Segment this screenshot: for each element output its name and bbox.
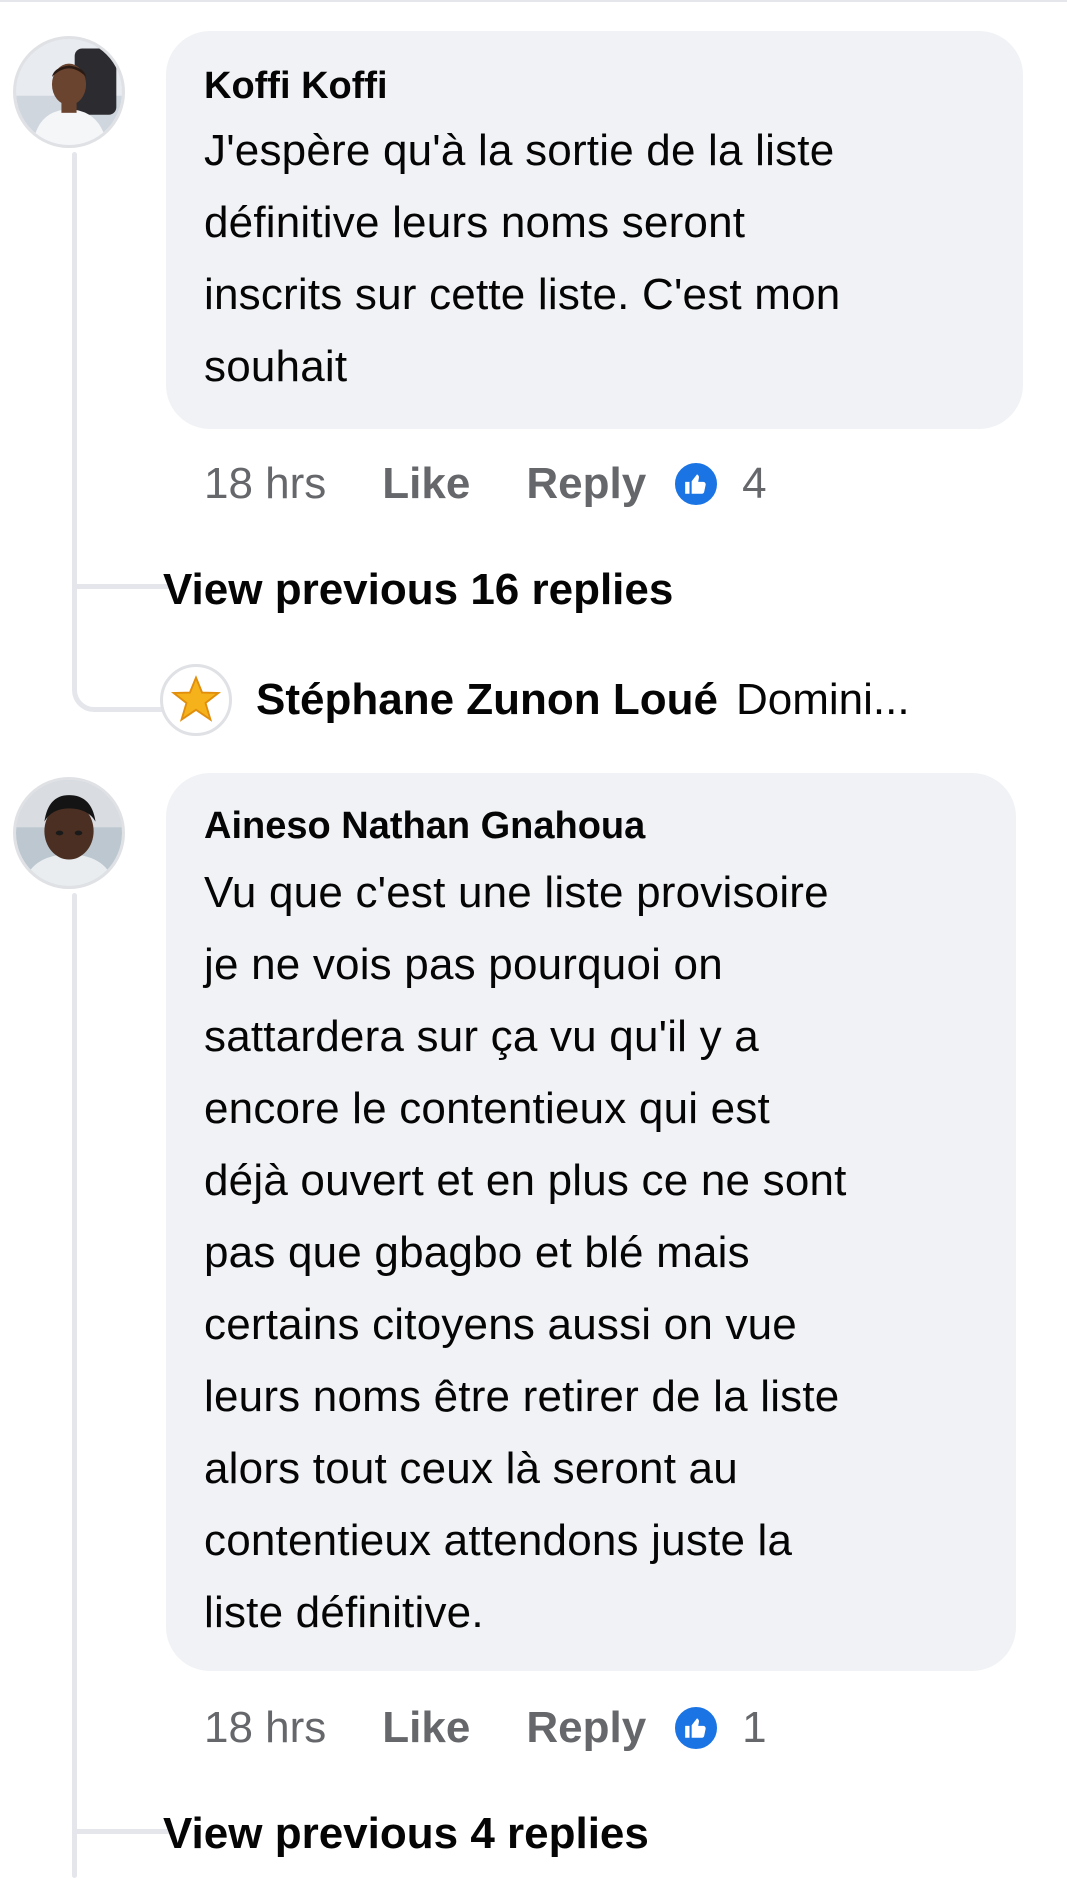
thread-line bbox=[72, 893, 77, 1878]
comment-text-line: contentieux attendons juste la bbox=[204, 1516, 793, 1565]
comment-text-line: souhait bbox=[204, 342, 348, 391]
reply-avatar bbox=[160, 664, 232, 736]
star-icon bbox=[170, 675, 222, 722]
top-divider bbox=[0, 0, 1067, 2]
like-button[interactable]: Like bbox=[382, 1703, 470, 1753]
view-previous-replies-link[interactable]: View previous 16 replies bbox=[163, 562, 673, 618]
avatar[interactable] bbox=[13, 36, 125, 148]
comment-text-line: J'espère qu'à la sortie de la liste bbox=[204, 126, 835, 175]
comment-text-line: je ne vois pas pourquoi on bbox=[204, 940, 723, 989]
comment-text: Vu que c'est une liste provisoire je ne … bbox=[204, 857, 847, 1649]
comment-text: J'espère qu'à la sortie de la liste défi… bbox=[204, 115, 840, 403]
comment-text-line: inscrits sur cette liste. C'est mon bbox=[204, 270, 841, 319]
comment-text-line: déjà ouvert et en plus ce ne sont bbox=[204, 1156, 847, 1205]
reply-author: Stéphane Zunon Loué bbox=[256, 675, 718, 724]
comment-text-line: alors tout ceux là seront au bbox=[204, 1444, 738, 1493]
like-reaction-icon[interactable] bbox=[672, 460, 721, 508]
comment-text-line: pas que gbagbo et blé mais bbox=[204, 1228, 750, 1277]
thread-line bbox=[72, 152, 77, 592]
thumbs-up-icon bbox=[685, 1718, 706, 1738]
reply-snippet: Domini... bbox=[735, 675, 910, 724]
comment-actions: 18 hrs Like Reply 4 bbox=[204, 454, 767, 514]
reaction-count[interactable]: 4 bbox=[742, 459, 766, 509]
comment-text-line: liste définitive. bbox=[204, 1588, 484, 1637]
comment-text-line: sattardera sur ça vu qu'il y a bbox=[204, 1012, 759, 1061]
comment-text-line: définitive leurs noms seront bbox=[204, 198, 746, 247]
comment-actions: 18 hrs Like Reply 1 bbox=[204, 1698, 767, 1758]
reply-button[interactable]: Reply bbox=[526, 459, 646, 509]
profile-photo-aineso bbox=[16, 780, 122, 886]
like-reaction-icon[interactable] bbox=[672, 1704, 721, 1752]
comment-text-line: leurs noms être retirer de la liste bbox=[204, 1372, 840, 1421]
reaction-count[interactable]: 1 bbox=[742, 1703, 766, 1753]
avatar[interactable] bbox=[13, 777, 125, 889]
reply-button[interactable]: Reply bbox=[526, 1703, 646, 1753]
profile-photo-koffi bbox=[16, 39, 122, 145]
thread-connector bbox=[72, 584, 172, 589]
like-button[interactable]: Like bbox=[382, 459, 470, 509]
comment-text-line: certains citoyens aussi on vue bbox=[204, 1300, 797, 1349]
thumbs-up-icon bbox=[685, 474, 706, 494]
comment-text-line: encore le contentieux qui est bbox=[204, 1084, 770, 1133]
view-previous-replies-link[interactable]: View previous 4 replies bbox=[163, 1806, 649, 1862]
comment-author[interactable]: Koffi Koffi bbox=[204, 64, 388, 108]
comment-timestamp[interactable]: 18 hrs bbox=[204, 1703, 326, 1753]
latest-reply-preview[interactable]: Stéphane Zunon Loué Domini... bbox=[160, 662, 910, 738]
comment-text-line: Vu que c'est une liste provisoire bbox=[204, 868, 829, 917]
thread-connector bbox=[72, 1829, 172, 1834]
comment-author[interactable]: Aineso Nathan Gnahoua bbox=[204, 804, 645, 848]
comment-timestamp[interactable]: 18 hrs bbox=[204, 459, 326, 509]
